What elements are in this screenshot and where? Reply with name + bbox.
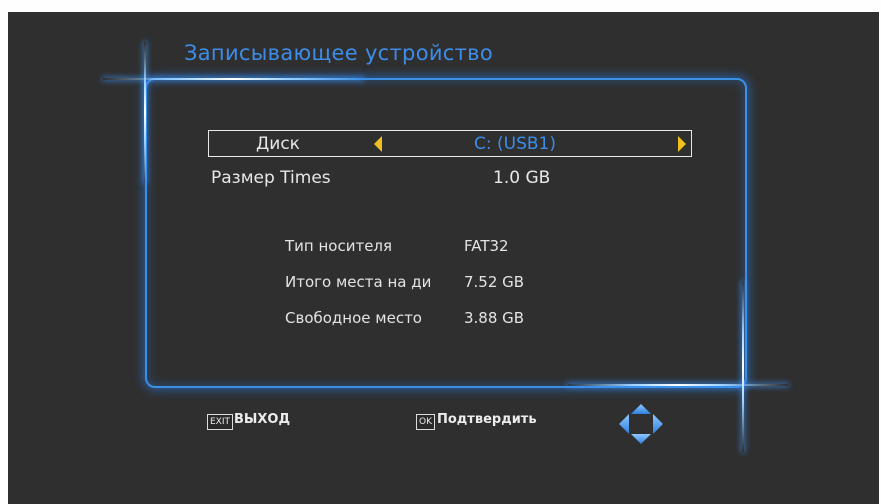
total-space-label: Итого места на ди [285,273,432,291]
media-type-value: FAT32 [464,237,509,255]
frame-glow-top [103,78,363,80]
free-space-value: 3.88 GB [464,309,525,327]
triangle-right-icon[interactable] [678,136,686,152]
navigation-arrows-icon [619,404,663,444]
content-frame [145,78,747,388]
frame-glow-bottom [568,384,788,386]
exit-key-icon: EXIT [207,414,234,430]
ok-hint[interactable]: Подтвердить [437,412,537,427]
exit-hint[interactable]: ВЫХОД [234,412,290,427]
frame-glow-left [144,42,146,182]
page-title: Записывающее устройство [184,41,493,65]
size-label[interactable]: Размер Times [211,168,331,188]
media-type-label: Тип носителя [285,237,393,255]
frame-glow-right [742,282,744,452]
size-value: 1.0 GB [493,168,551,188]
triangle-left-icon[interactable] [374,136,382,152]
disk-value: C: (USB1) [474,134,556,154]
osd-screen: Записывающее устройство Диск C: (USB1) Р… [8,12,879,504]
free-space-label: Свободное место [285,309,422,327]
disk-label: Диск [256,134,300,154]
ok-key-icon: OK [416,414,435,430]
total-space-value: 7.52 GB [464,273,525,291]
